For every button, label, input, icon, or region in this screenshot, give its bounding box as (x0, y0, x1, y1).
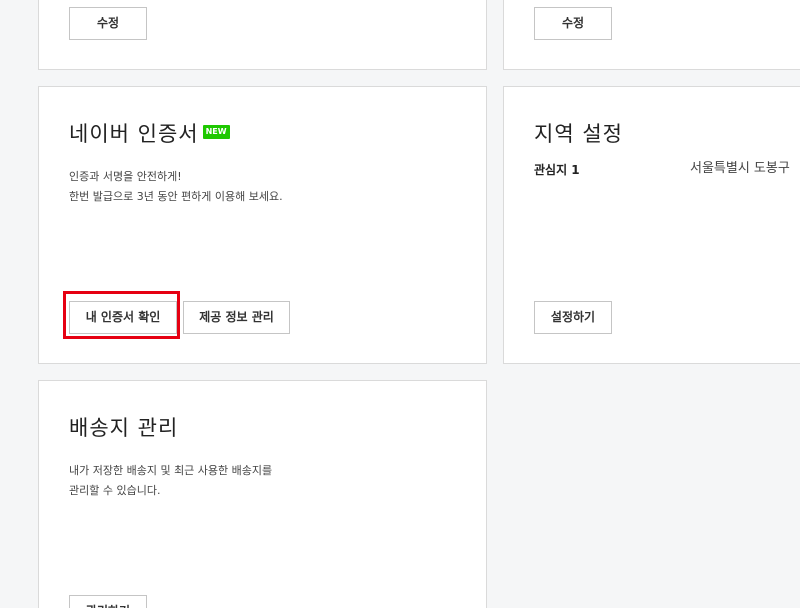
description-line: 한번 발급으로 3년 동안 편하게 이용해 보세요. (69, 190, 283, 203)
my-certificate-button[interactable]: 내 인증서 확인 (69, 301, 177, 334)
region-settings-button[interactable]: 설정하기 (534, 301, 612, 334)
certificate-title: 네이버 인증서 (69, 122, 199, 146)
provided-info-button[interactable]: 제공 정보 관리 (183, 301, 290, 334)
shipping-address-card: 배송지 관리 내가 저장한 배송지 및 최근 사용한 배송지를 관리할 수 있습… (38, 380, 487, 608)
interest-area-label: 관심지 1 (534, 163, 580, 177)
card-title: 네이버 인증서 NEW (69, 118, 230, 148)
description-line: 인증과 서명을 안전하게! (69, 170, 182, 183)
description-line: 내가 저장한 배송지 및 최근 사용한 배송지를 (69, 464, 273, 477)
shipping-description: 내가 저장한 배송지 및 최근 사용한 배송지를 관리할 수 있습니다. (69, 461, 272, 501)
edit-button[interactable]: 수정 (69, 7, 147, 40)
new-badge: NEW (202, 125, 230, 139)
naver-certificate-card: 네이버 인증서 NEW 인증과 서명을 안전하게! 한번 발급으로 3년 동안 편… (38, 86, 487, 364)
manage-shipping-button[interactable]: 관리하기 (69, 595, 147, 608)
interest-area-value: 서울특별시 도봉구 (690, 161, 790, 176)
account-settings-page: 수정 수정 네이버 인증서 NEW 인증과 서명을 안전하게! 한번 발급으로 3… (0, 0, 800, 608)
top-left-card: 수정 (38, 0, 487, 70)
shipping-title: 배송지 관리 (69, 416, 179, 440)
region-settings-card: 지역 설정 관심지 1 서울특별시 도봉구 설정하기 (503, 86, 800, 364)
edit-button[interactable]: 수정 (534, 7, 612, 40)
certificate-description: 인증과 서명을 안전하게! 한번 발급으로 3년 동안 편하게 이용해 보세요. (69, 167, 283, 207)
top-right-card: 수정 (503, 0, 800, 70)
region-title: 지역 설정 (534, 122, 623, 146)
description-line: 관리할 수 있습니다. (69, 484, 161, 497)
